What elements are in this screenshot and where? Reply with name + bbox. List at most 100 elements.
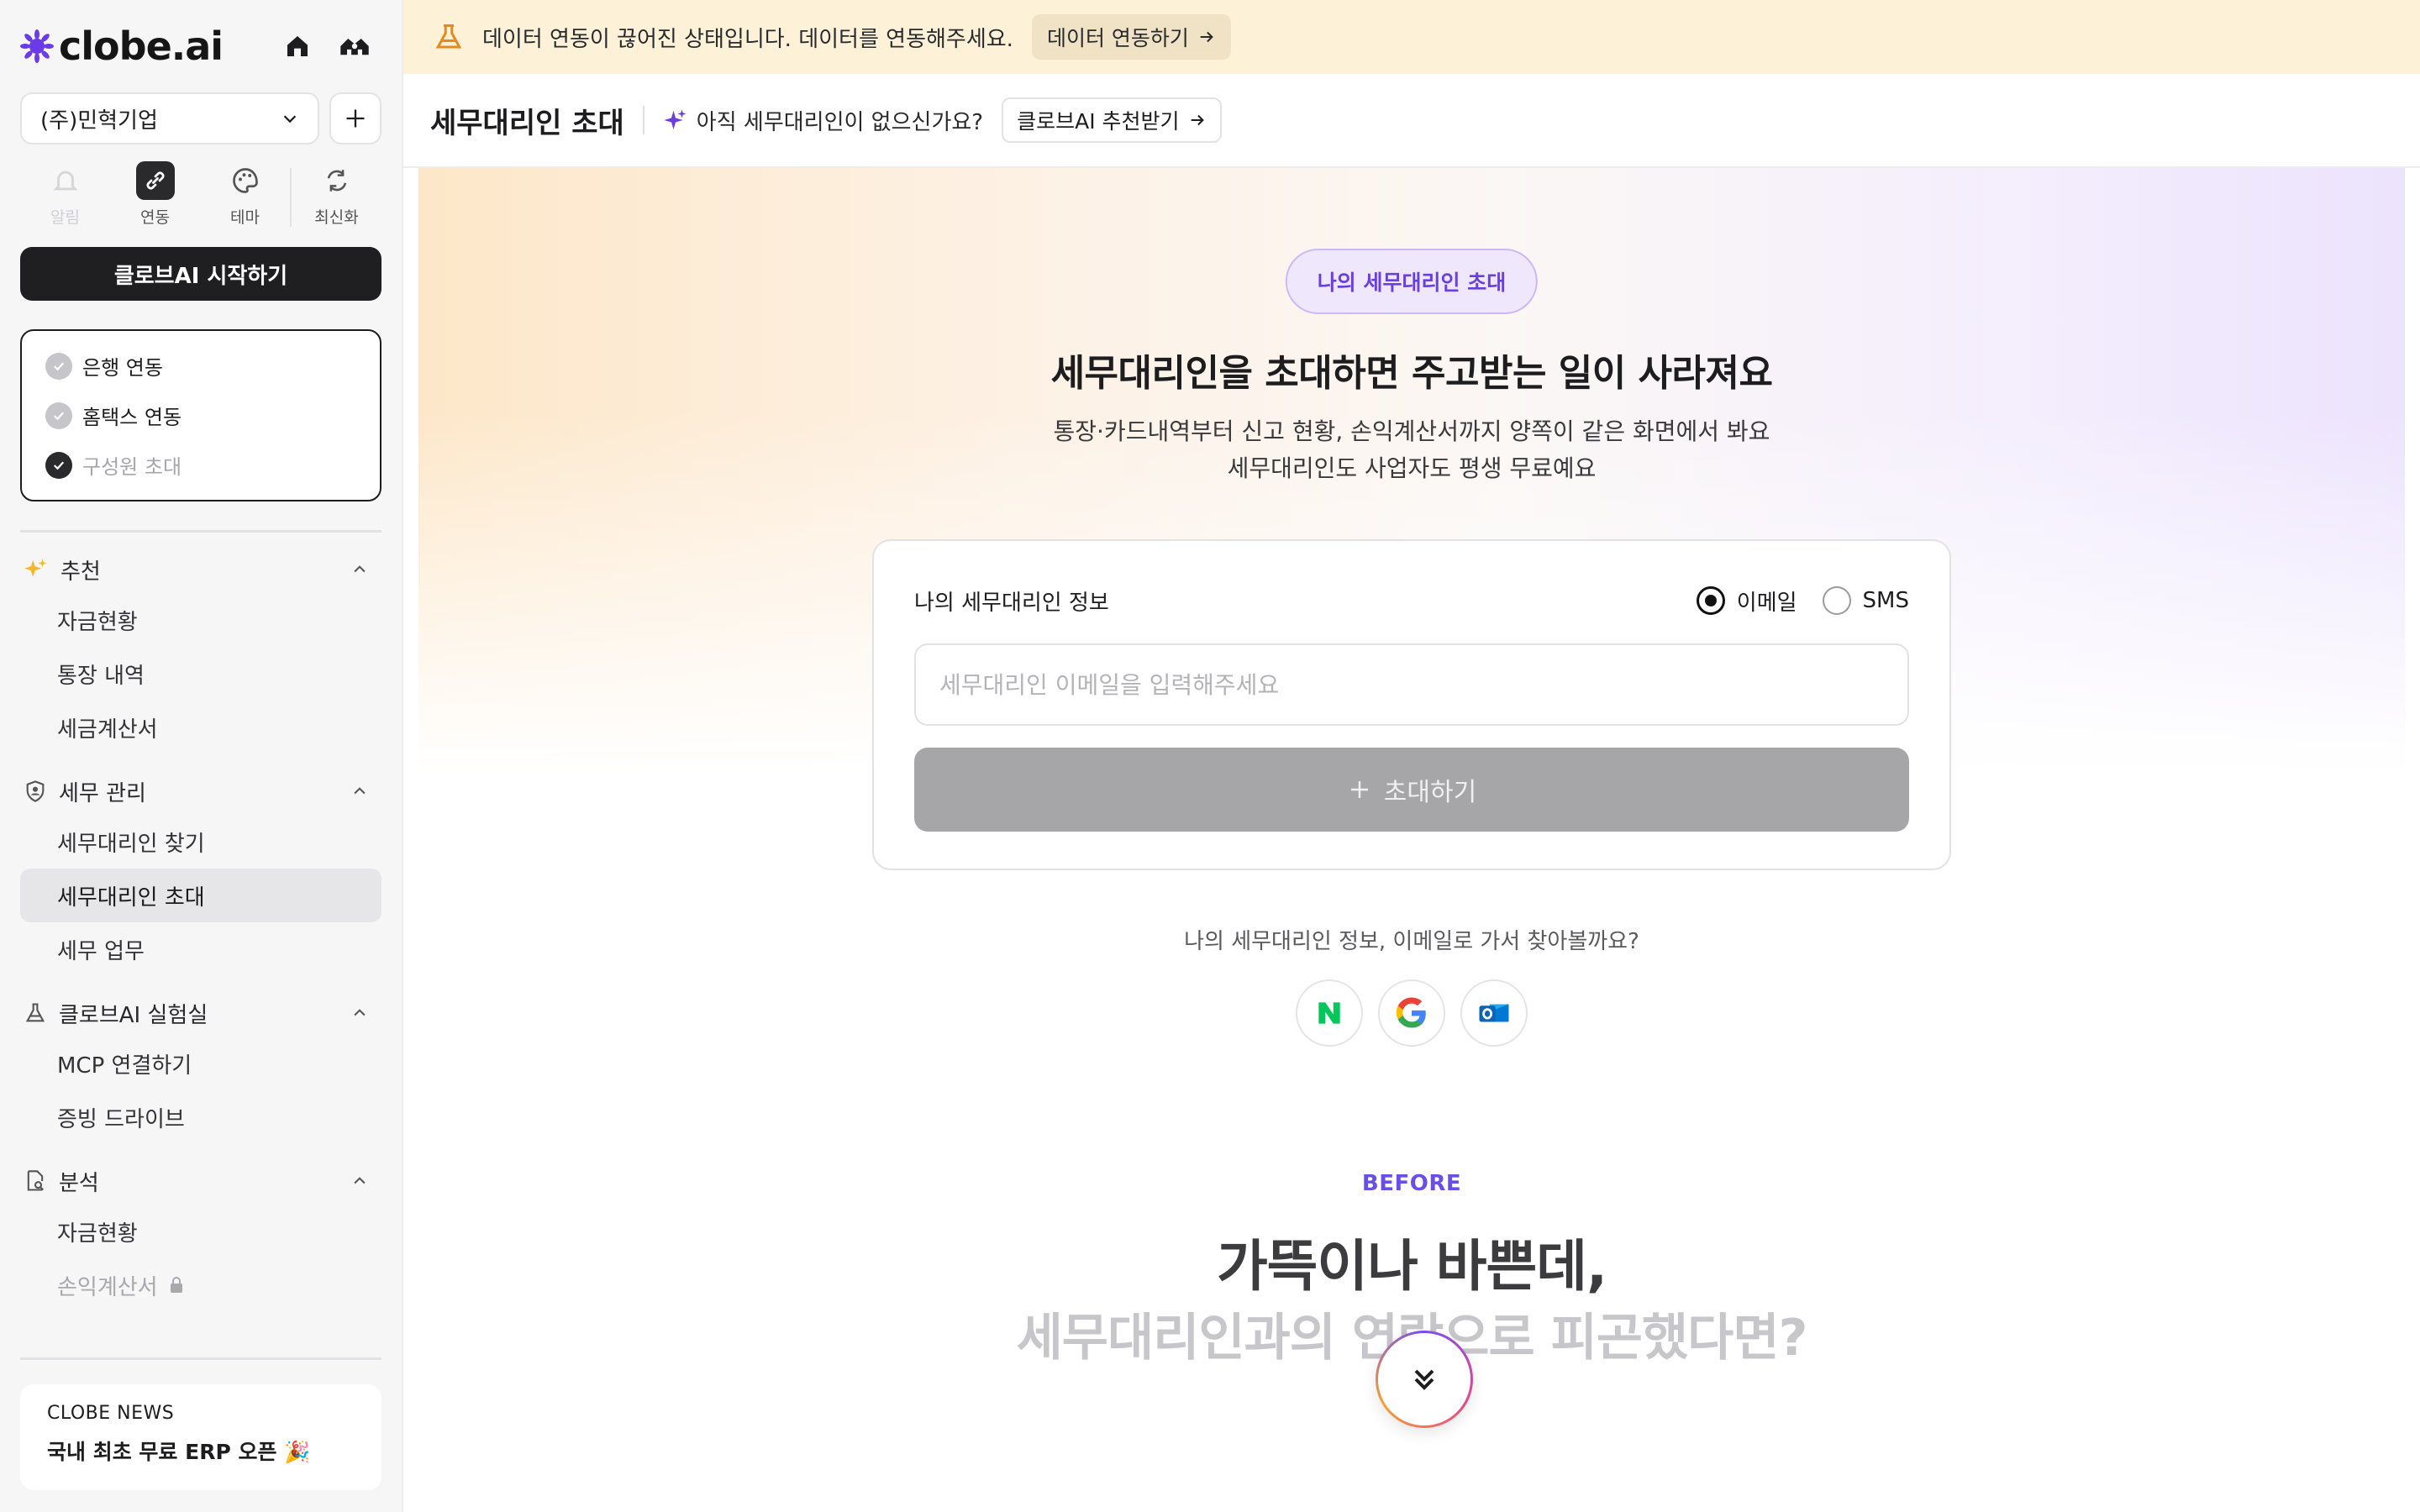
chevron-up-icon: [351, 1173, 368, 1189]
house-group-icon[interactable]: [339, 33, 370, 60]
quick-alert-button[interactable]: 알림: [20, 161, 110, 228]
sidebar-item-label: 손익계산서: [57, 1274, 158, 1300]
find-by-email-text: 나의 세무대리인 정보, 이메일로 가서 찾아볼까요?: [1184, 929, 1639, 954]
sidebar-item-bank-history[interactable]: 통장 내역: [20, 647, 381, 701]
connect-data-button[interactable]: 데이터 연동하기: [1031, 14, 1231, 60]
nav-section-header[interactable]: 세무 관리: [20, 768, 381, 815]
connect-data-label: 데이터 연동하기: [1046, 26, 1189, 50]
lock-icon: [166, 1275, 187, 1295]
sidebar-item-cash-status-analysis[interactable]: 자금현황: [20, 1205, 381, 1258]
chevron-down-icon: [281, 109, 299, 128]
nav-section-title: 추천: [60, 559, 101, 585]
start-clobe-ai-button[interactable]: 클로브AI 시작하기: [20, 247, 381, 301]
radio-sms-circle[interactable]: [1822, 586, 1851, 615]
arrow-right-icon: [1191, 114, 1204, 126]
quick-actions: 알림 연동 테마 최신화: [20, 161, 381, 237]
nav-section-header[interactable]: 분석: [20, 1158, 381, 1205]
onboarding-checklist: 은행 연동 홈택스 연동 구성원 초대: [20, 329, 381, 501]
quick-theme-button[interactable]: 테마: [200, 161, 290, 228]
link-icon: [135, 161, 175, 200]
get-recommendation-button[interactable]: 클로브AI 추천받기: [1002, 97, 1222, 143]
gmail-button[interactable]: [1378, 979, 1445, 1047]
no-agent-hint-text: 아직 세무대리인이 없으신가요?: [696, 109, 984, 135]
naver-mail-icon: [1318, 1002, 1340, 1024]
sidebar-item-tax-work[interactable]: 세무 업무: [20, 922, 381, 976]
hero-subtitle: 통장·카드내역부터 신고 현황, 손익계산서까지 양쪽이 같은 화면에서 봐요 …: [418, 413, 2405, 487]
logo-text: clobe.ai: [59, 24, 224, 69]
news-card[interactable]: CLOBE NEWS 국내 최초 무료 ERP 오픈 🎉: [20, 1384, 381, 1490]
checklist-label: 은행 연동: [82, 356, 163, 380]
checklist-label: 구성원 초대: [82, 455, 182, 479]
sidebar-item-mcp[interactable]: MCP 연결하기: [20, 1037, 381, 1090]
flask-warning-icon: [434, 22, 464, 52]
outlook-icon: [1479, 1004, 1509, 1022]
sidebar-item-tax-invoice[interactable]: 세금계산서: [20, 701, 381, 754]
before-tag: BEFORE: [1361, 1171, 1462, 1196]
flask-icon: [24, 1001, 47, 1025]
hero-subtitle-line-2: 세무대리인도 사업자도 평생 무료예요: [1227, 454, 1597, 482]
checklist-item-members[interactable]: 구성원 초대: [45, 450, 356, 480]
chevron-up-icon: [351, 1005, 368, 1021]
logo-row: clobe.ai: [20, 0, 381, 92]
mail-provider-list: [418, 979, 2405, 1047]
invite-form-card: 나의 세무대리인 정보 이메일 SMS 초대하기: [872, 539, 1951, 870]
nav-section-title: 클로브AI 실험실: [59, 1002, 208, 1028]
recommend-label: 클로브AI 추천받기: [1017, 109, 1180, 134]
sidebar: clobe.ai (주)민혁기업 알림 연동 테마 최신화 클로브AI 시작하기…: [0, 0, 403, 1512]
nav-section-lab: 클로브AI 실험실 MCP 연결하기 증빙 드라이브: [20, 990, 381, 1144]
quick-refresh-label: 최신화: [314, 208, 359, 227]
nav-section-title: 분석: [59, 1170, 99, 1196]
section-badge: 나의 세무대리인 초대: [1285, 249, 1539, 314]
document-search-icon: [24, 1169, 47, 1193]
page-header: 세무대리인 초대 아직 세무대리인이 없으신가요? 클로브AI 추천받기: [403, 74, 2420, 168]
company-row: (주)민혁기업: [20, 92, 381, 144]
news-divider: [20, 1357, 381, 1360]
quick-refresh-button[interactable]: 최신화: [292, 161, 381, 228]
sidebar-item-income-statement[interactable]: 손익계산서: [20, 1258, 381, 1312]
checklist-item-hometax[interactable]: 홈택스 연동: [45, 401, 356, 430]
nav-section-analysis: 분석 자금현황 손익계산서: [20, 1158, 381, 1312]
logo[interactable]: clobe.ai: [20, 24, 224, 69]
sidebar-item-find-agent[interactable]: 세무대리인 찾기: [20, 815, 381, 869]
checklist-label: 홈택스 연동: [82, 406, 182, 429]
radio-email-circle[interactable]: [1696, 586, 1725, 615]
invite-button[interactable]: 초대하기: [914, 748, 1909, 832]
add-company-button[interactable]: [329, 92, 381, 144]
arrow-right-icon: [1200, 31, 1213, 43]
nav-section-header[interactable]: 클로브AI 실험실: [20, 990, 381, 1037]
logo-icons: [284, 33, 381, 60]
invite-button-label: 초대하기: [1383, 778, 1477, 807]
check-icon: [45, 451, 72, 479]
refresh-icon: [318, 161, 356, 200]
outlook-button[interactable]: [1460, 979, 1528, 1047]
page-title: 세무대리인 초대: [430, 106, 624, 140]
shield-user-icon: [24, 780, 47, 803]
palette-icon: [226, 161, 265, 200]
form-header: 나의 세무대리인 정보 이메일 SMS: [914, 575, 1909, 627]
sparkles-icon: [24, 557, 49, 582]
bell-icon: [46, 161, 85, 200]
sidebar-item-cash-status[interactable]: 자금현황: [20, 593, 381, 647]
company-name: (주)민혁기업: [40, 108, 158, 134]
agent-email-input[interactable]: [914, 643, 1909, 726]
home-icon[interactable]: [284, 33, 311, 60]
banner-text: 데이터 연동이 끊어진 상태입니다. 데이터를 연동해주세요.: [482, 26, 1013, 52]
naver-mail-button[interactable]: [1296, 979, 1363, 1047]
sidebar-item-evidence-drive[interactable]: 증빙 드라이브: [20, 1090, 381, 1144]
radio-email-label: 이메일: [1736, 590, 1797, 616]
chevron-up-icon: [351, 783, 368, 800]
form-label: 나의 세무대리인 정보: [914, 590, 1109, 616]
quick-theme-label: 테마: [230, 208, 260, 227]
scroll-down-button[interactable]: [1376, 1331, 1473, 1428]
company-select[interactable]: (주)민혁기업: [20, 92, 319, 144]
plus-icon: [346, 109, 365, 128]
checklist-item-bank[interactable]: 은행 연동: [45, 351, 356, 381]
main-content: 데이터 연동이 끊어진 상태입니다. 데이터를 연동해주세요. 데이터 연동하기…: [403, 0, 2420, 1512]
radio-email[interactable]: 이메일: [1696, 585, 1797, 617]
quick-link-button[interactable]: 연동: [110, 161, 200, 228]
plus-icon: [1350, 781, 1368, 798]
hero-title: 세무대리인을 초대하면 주고받는 일이 사라져요: [1050, 352, 1773, 395]
sidebar-item-invite-agent[interactable]: 세무대리인 초대: [20, 869, 381, 922]
nav-section-header[interactable]: 추천: [20, 546, 381, 593]
radio-sms[interactable]: SMS: [1822, 586, 1909, 615]
